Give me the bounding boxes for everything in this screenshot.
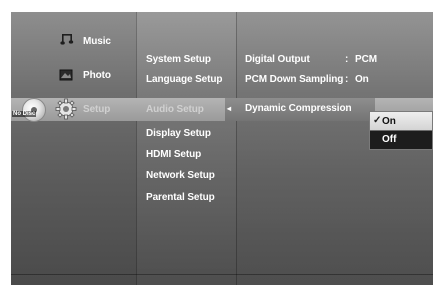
submenu-item-hdmi-setup[interactable]: HDMI Setup (146, 149, 201, 160)
gear-icon (55, 98, 77, 125)
music-note-icon (60, 32, 74, 51)
column-divider (136, 12, 137, 285)
submenu-item-language-setup[interactable]: Language Setup (146, 74, 222, 85)
column-divider (236, 12, 237, 285)
photo-icon (59, 68, 73, 86)
setting-dynamic-compression-label[interactable]: Dynamic Compression (245, 103, 352, 114)
setting-digital-output-value[interactable]: PCM (355, 54, 377, 65)
disc-icon (22, 98, 46, 122)
setting-separator: : (345, 74, 349, 85)
submenu-item-parental-setup[interactable]: Parental Setup (146, 192, 215, 203)
setup-screen: Music Photo Setup No Disc System Setup L… (11, 12, 433, 285)
submenu-item-network-setup[interactable]: Network Setup (146, 170, 215, 181)
setting-separator: : (345, 103, 349, 114)
setting-digital-output-label[interactable]: Digital Output (245, 54, 310, 65)
dropdown-option-on[interactable]: ✓ On (370, 112, 432, 130)
setting-pcm-down-sampling-value[interactable]: On (355, 74, 369, 85)
menu-item-photo[interactable]: Photo (83, 70, 111, 81)
dropdown-option-off-label: Off (382, 134, 397, 145)
menu-item-music[interactable]: Music (83, 36, 111, 47)
setting-separator: : (345, 54, 349, 65)
bottom-divider (11, 274, 433, 275)
disc-status-label: No Disc (12, 111, 37, 117)
submenu-item-audio-setup[interactable]: Audio Setup (146, 104, 204, 115)
check-icon: ✓ (373, 115, 382, 126)
submenu-item-display-setup[interactable]: Display Setup (146, 128, 211, 139)
dropdown-option-on-label: On (382, 116, 396, 127)
submenu-arrow-icon: ◂ (227, 104, 231, 113)
dropdown-option-off[interactable]: Off (370, 131, 432, 149)
submenu-item-system-setup[interactable]: System Setup (146, 54, 211, 65)
menu-item-setup[interactable]: Setup (83, 104, 110, 115)
setting-pcm-down-sampling-label[interactable]: PCM Down Sampling (245, 74, 343, 85)
dynamic-compression-dropdown[interactable]: ✓ On Off (369, 111, 433, 150)
